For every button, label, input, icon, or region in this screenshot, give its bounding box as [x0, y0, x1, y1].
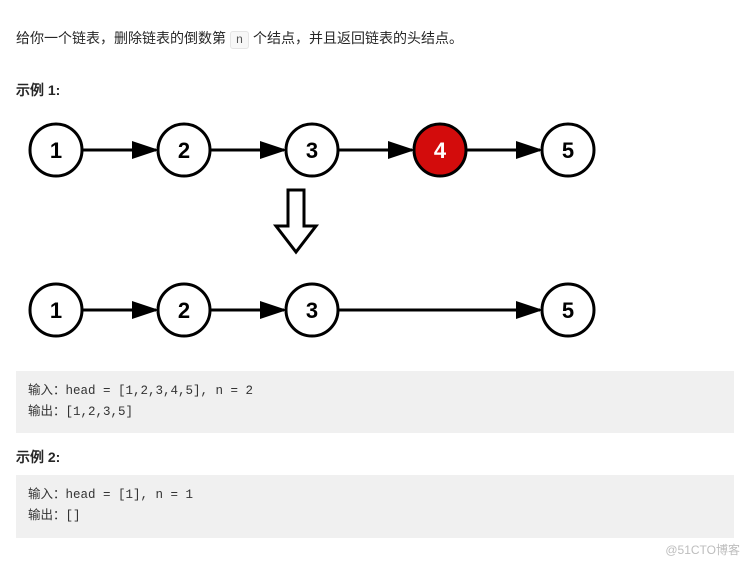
ex1-input-label: 输入： — [28, 384, 66, 398]
node-top-2: 3 — [306, 138, 318, 163]
ex1-input-value: head = [1,2,3,4,5], n = 2 — [66, 384, 254, 398]
node-bot-2: 3 — [306, 298, 318, 323]
down-arrow-icon — [276, 190, 316, 252]
desc-post: 个结点，并且返回链表的头结点。 — [253, 30, 463, 46]
node-top-4: 5 — [562, 138, 574, 163]
example1-heading: 示例 1: — [16, 80, 734, 100]
node-bot-3: 5 — [562, 298, 574, 323]
node-top-1: 2 — [178, 138, 190, 163]
ex2-output-label: 输出： — [28, 509, 66, 523]
inline-code-n: n — [230, 31, 249, 49]
linked-list-diagram: 1 2 3 4 5 1 2 3 5 — [16, 110, 734, 353]
example2-heading: 示例 2: — [16, 447, 734, 467]
top-row: 1 2 3 4 5 — [30, 124, 594, 176]
bottom-row: 1 2 3 5 — [30, 284, 594, 336]
node-top-3: 4 — [434, 138, 447, 163]
problem-description: 给你一个链表，删除链表的倒数第 n 个结点，并且返回链表的头结点。 — [16, 26, 734, 52]
node-top-0: 1 — [50, 138, 62, 163]
ex1-output-label: 输出： — [28, 405, 66, 419]
node-bot-1: 2 — [178, 298, 190, 323]
ex2-input-label: 输入： — [28, 488, 66, 502]
example2-code: 输入：head = [1], n = 1 输出：[] — [16, 475, 734, 538]
watermark: @51CTO博客 — [665, 541, 740, 558]
example1-code: 输入：head = [1,2,3,4,5], n = 2 输出：[1,2,3,5… — [16, 371, 734, 434]
ex2-input-value: head = [1], n = 1 — [66, 488, 194, 502]
node-bot-0: 1 — [50, 298, 62, 323]
desc-pre: 给你一个链表，删除链表的倒数第 — [16, 30, 230, 46]
ex1-output-value: [1,2,3,5] — [66, 405, 134, 419]
ex2-output-value: [] — [66, 509, 81, 523]
